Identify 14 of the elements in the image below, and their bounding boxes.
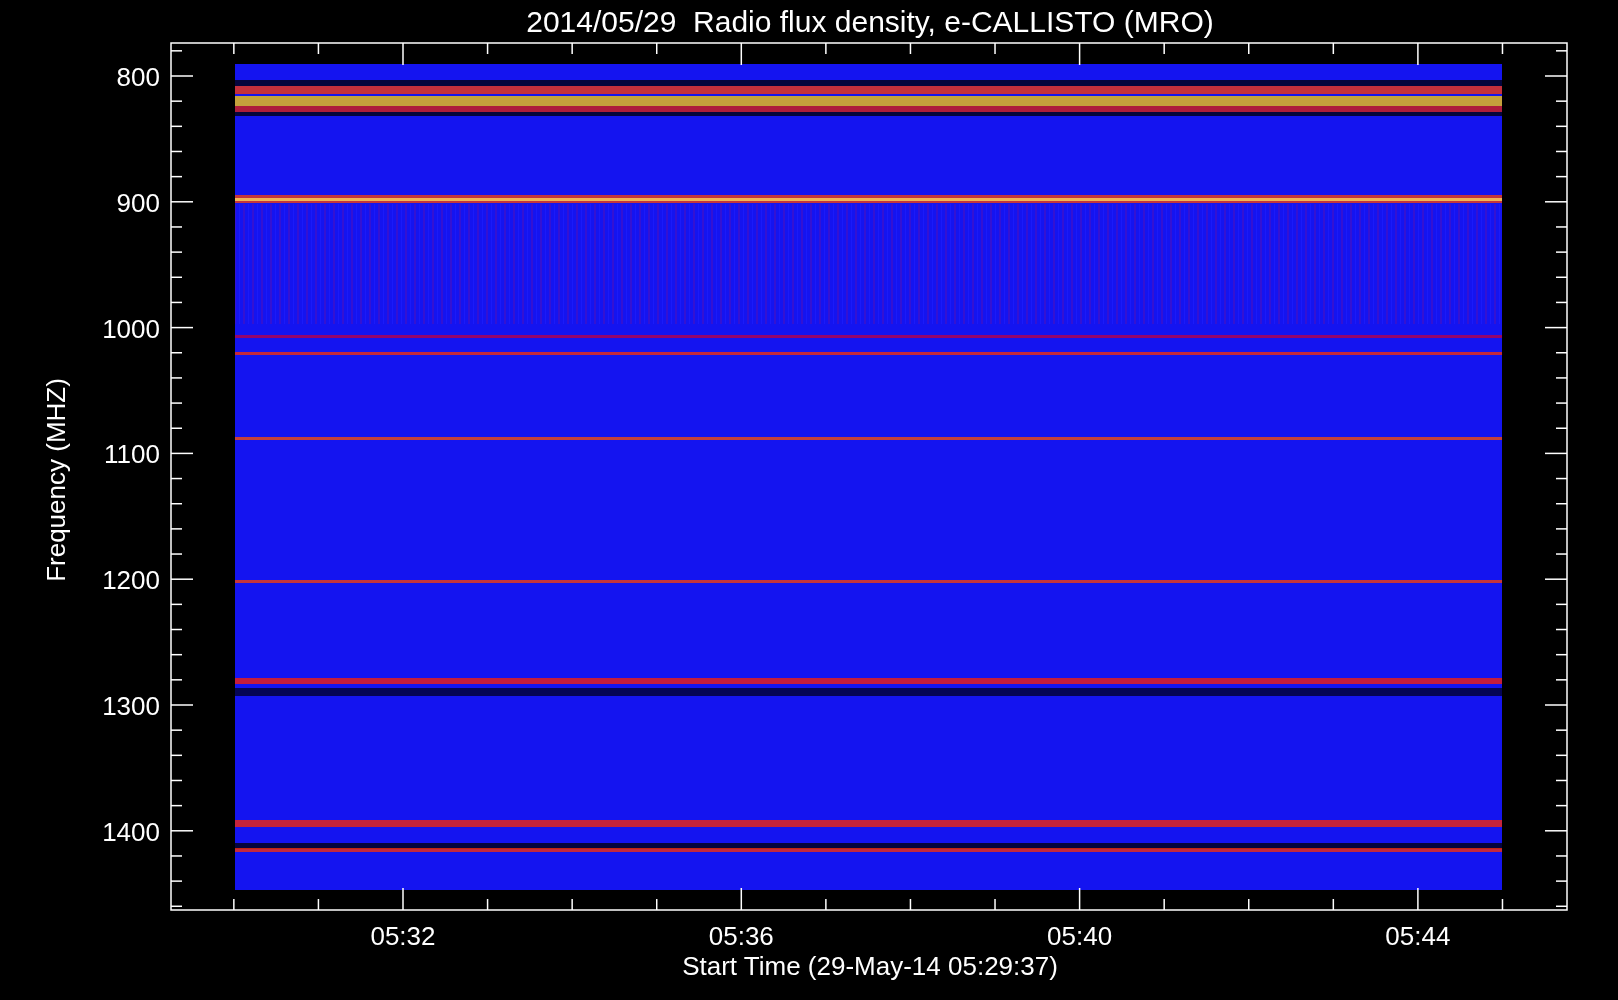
tick-label: 1000 (102, 313, 160, 344)
tick-label: 1100 (104, 439, 160, 470)
tick-label: 800 (116, 62, 160, 92)
tick-label: 05:44 (1385, 921, 1451, 951)
tick-label: 1400 (102, 816, 160, 847)
chart-title: 2014/05/29 Radio flux density, e-CALLISTO (MRO) (526, 5, 1214, 38)
tick-label: 05:36 (708, 921, 774, 951)
tick-label: 900 (116, 187, 160, 218)
tick-label: 05:32 (370, 921, 436, 951)
tick-label: 1200 (102, 565, 160, 596)
y-axis-label: Frequency (MHZ) (41, 378, 71, 582)
tick-label: 05:40 (1047, 921, 1113, 951)
x-axis-label: Start Time (29-May-14 05:29:37) (682, 951, 1058, 981)
tick-label: 1300 (102, 691, 160, 721)
